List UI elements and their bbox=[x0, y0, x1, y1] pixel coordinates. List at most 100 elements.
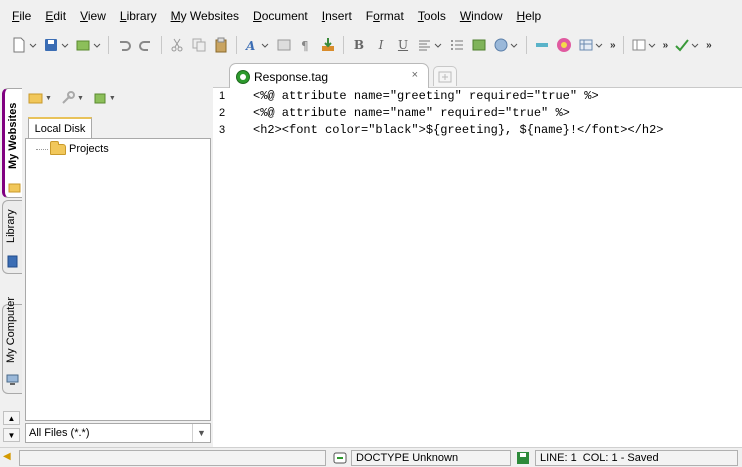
redo-icon[interactable] bbox=[137, 36, 155, 54]
validate-icon[interactable] bbox=[673, 36, 701, 54]
toolbar-divider bbox=[161, 36, 162, 54]
my-websites-panel: ▼ ▼ ▼ Local Disk Projects All Files (*.*… bbox=[22, 85, 213, 447]
table-icon[interactable] bbox=[577, 36, 605, 54]
link-icon[interactable] bbox=[492, 36, 520, 54]
new-folder-button[interactable]: ▼ bbox=[28, 91, 52, 105]
svg-text:A: A bbox=[245, 39, 255, 53]
paragraph-icon[interactable]: ¶ bbox=[297, 36, 315, 54]
align-icon[interactable] bbox=[416, 36, 444, 54]
menu-accelerator: M bbox=[170, 9, 181, 23]
text-style-icon[interactable]: A bbox=[243, 36, 271, 54]
line-number: 1 bbox=[219, 90, 226, 102]
new-document-icon[interactable] bbox=[10, 36, 38, 54]
menu-file[interactable]: File bbox=[5, 0, 38, 32]
underline-button[interactable]: U bbox=[394, 36, 412, 54]
doctype-status[interactable]: DOCTYPE Unknown bbox=[351, 450, 511, 466]
publish-icon[interactable] bbox=[74, 36, 102, 54]
library-icon bbox=[7, 255, 18, 268]
line-number: 3 bbox=[219, 124, 226, 136]
toolbar-overflow-button[interactable]: » bbox=[610, 40, 616, 51]
code-editor[interactable]: 1 2 3 <%@ attribute name="greeting" requ… bbox=[213, 88, 742, 447]
tab-local-disk[interactable]: Local Disk bbox=[28, 117, 92, 139]
menu-insert[interactable]: Insert bbox=[315, 0, 359, 32]
image-icon[interactable] bbox=[470, 36, 488, 54]
tab-label: Response.tag bbox=[254, 69, 329, 84]
form-field-icon[interactable] bbox=[533, 36, 551, 54]
toolbar-divider bbox=[526, 36, 527, 54]
side-tab-label: Library bbox=[5, 209, 17, 243]
menu-tools[interactable]: Tools bbox=[411, 0, 453, 32]
panel-toolbar: ▼ ▼ ▼ bbox=[28, 91, 116, 105]
file-filter-value: All Files (*.*) bbox=[29, 427, 90, 439]
status-bar: ◀ DOCTYPE Unknown LINE: 1 COL: 1 - Saved bbox=[0, 447, 742, 467]
menu-help[interactable]: Help bbox=[510, 0, 549, 32]
toolbar-divider bbox=[108, 36, 109, 54]
color-picker-icon[interactable] bbox=[555, 36, 573, 54]
menu-window[interactable]: Window bbox=[453, 0, 510, 32]
side-tab-my-computer[interactable]: My Computer bbox=[2, 297, 22, 394]
bold-button[interactable]: B bbox=[350, 36, 368, 54]
save-status-icon bbox=[517, 452, 529, 464]
copy-icon[interactable] bbox=[190, 36, 208, 54]
code-line: <%@ attribute name="greeting" required="… bbox=[253, 89, 599, 103]
menu-library[interactable]: Library bbox=[113, 0, 164, 32]
menu-accelerator: E bbox=[45, 9, 54, 23]
line-number-gutter: 1 2 3 bbox=[213, 88, 249, 447]
toolbar-divider bbox=[343, 36, 344, 54]
tree-item-projects[interactable]: Projects bbox=[36, 140, 109, 155]
layout-icon[interactable] bbox=[630, 36, 658, 54]
menu-accelerator: F bbox=[12, 9, 20, 23]
upload-button[interactable]: ▼ bbox=[92, 91, 116, 105]
chevron-down-icon[interactable]: ▼ bbox=[192, 424, 210, 442]
side-tabs-scroll-up-button[interactable]: ▲ bbox=[3, 411, 20, 425]
menu-accelerator: I bbox=[321, 9, 326, 23]
cut-icon[interactable] bbox=[168, 36, 186, 54]
toolbar-overflow-button[interactable]: » bbox=[663, 40, 669, 51]
spellcheck-icon[interactable] bbox=[275, 36, 293, 54]
status-message-field bbox=[19, 450, 326, 466]
tools-wrench-button[interactable]: ▼ bbox=[60, 91, 84, 105]
side-tab-my-websites[interactable]: My Websites bbox=[2, 88, 22, 198]
side-tab-strip: My Websites Library My Computer ▲ ▼ bbox=[0, 85, 22, 447]
tree-connector bbox=[36, 148, 48, 150]
menu-format[interactable]: Format bbox=[359, 0, 411, 32]
side-tab-label: My Computer bbox=[5, 296, 17, 363]
toolbar-divider bbox=[236, 36, 237, 54]
side-tabs-scroll-down-button[interactable]: ▼ bbox=[3, 428, 20, 442]
new-tab-button[interactable] bbox=[433, 66, 457, 86]
menu-accelerator: V bbox=[80, 9, 88, 23]
doctype-icon[interactable] bbox=[333, 451, 347, 465]
menu-accelerator: o bbox=[373, 9, 380, 23]
menu-accelerator: L bbox=[119, 9, 127, 23]
tab-response-tag[interactable]: Response.tag × bbox=[229, 63, 429, 89]
tag-file-icon bbox=[236, 69, 250, 84]
folder-globe-icon bbox=[8, 183, 21, 193]
status-arrow-icon: ◀ bbox=[3, 451, 11, 462]
main-toolbar: A ¶ B I U » » » bbox=[0, 32, 742, 58]
download-icon[interactable] bbox=[319, 36, 337, 54]
side-tab-library[interactable]: Library bbox=[2, 200, 22, 274]
menu-accelerator: H bbox=[516, 9, 526, 23]
menu-document[interactable]: Document bbox=[246, 0, 315, 32]
menu-accelerator: T bbox=[417, 9, 424, 23]
file-tree: Projects bbox=[25, 138, 211, 421]
undo-icon[interactable] bbox=[115, 36, 133, 54]
svg-text:¶: ¶ bbox=[301, 39, 309, 53]
save-icon[interactable] bbox=[42, 36, 70, 54]
menu-view[interactable]: View bbox=[73, 0, 113, 32]
file-filter-select[interactable]: All Files (*.*) ▼ bbox=[25, 423, 211, 443]
cursor-position-status: LINE: 1 COL: 1 - Saved bbox=[535, 450, 738, 466]
toolbar-overflow-button[interactable]: » bbox=[706, 40, 712, 51]
tree-item-label: Projects bbox=[69, 143, 109, 155]
editor-tab-strip: Response.tag × bbox=[213, 60, 742, 89]
code-line: <%@ attribute name="name" required="true… bbox=[253, 106, 570, 120]
paste-icon[interactable] bbox=[212, 36, 230, 54]
close-icon[interactable]: × bbox=[412, 69, 418, 81]
menu-my-websites[interactable]: My Websites bbox=[164, 0, 246, 32]
toolbar-divider bbox=[622, 36, 624, 54]
list-icon[interactable] bbox=[448, 36, 466, 54]
menu-edit[interactable]: Edit bbox=[38, 0, 73, 32]
line-number: 2 bbox=[219, 107, 226, 119]
italic-button[interactable]: I bbox=[372, 36, 390, 54]
side-tab-label: My Websites bbox=[7, 102, 19, 169]
